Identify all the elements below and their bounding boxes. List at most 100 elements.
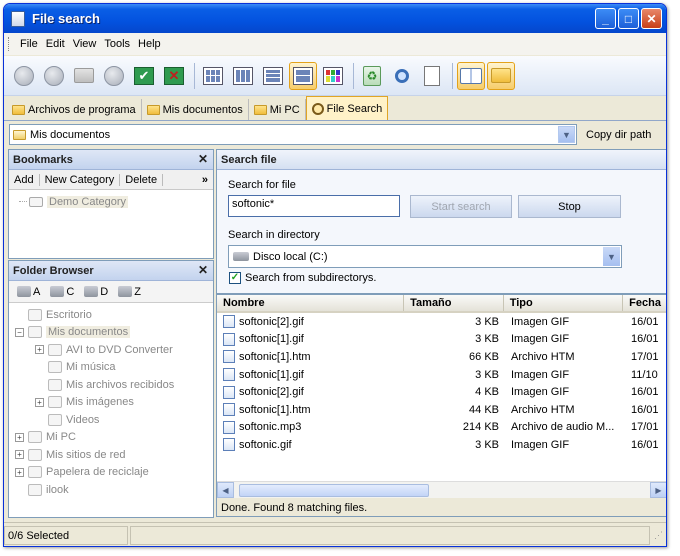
- search-button[interactable]: [388, 62, 416, 90]
- drive-z[interactable]: Z: [118, 286, 141, 298]
- folder-tree-item[interactable]: − Mis documentos: [15, 324, 213, 342]
- refresh-button[interactable]: [100, 62, 128, 90]
- column-tipo[interactable]: Tipo: [504, 295, 624, 311]
- drive-a[interactable]: A: [17, 286, 40, 298]
- table-row[interactable]: softonic.gif 3 KB Imagen GIF 16/01: [217, 436, 666, 454]
- copy-dir-path-button[interactable]: Copy dir path: [583, 129, 654, 141]
- folder-tree-item[interactable]: + Papelera de reciclaje: [15, 464, 213, 482]
- bookmarks-more-button[interactable]: »: [197, 174, 213, 186]
- list-view-button[interactable]: [259, 62, 287, 90]
- expand-icon[interactable]: +: [35, 345, 44, 355]
- folder-tree-item[interactable]: Mis archivos recibidos: [15, 376, 213, 394]
- drive-c[interactable]: C: [50, 286, 74, 298]
- chevron-down-icon[interactable]: ▼: [558, 126, 575, 143]
- hard-drive-icon: [50, 286, 65, 297]
- table-row[interactable]: softonic[2].gif 3 KB Imagen GIF 16/01: [217, 313, 666, 331]
- maximize-button[interactable]: □: [618, 8, 639, 29]
- file-icon: [223, 420, 235, 434]
- expand-icon[interactable]: +: [15, 450, 24, 460]
- column-nombre[interactable]: Nombre: [217, 295, 405, 311]
- folder-tree-item[interactable]: Escritorio: [15, 306, 213, 324]
- folder-tree-item[interactable]: + Mi PC: [15, 429, 213, 447]
- large-icons-view-button[interactable]: [199, 62, 227, 90]
- column-fecha[interactable]: Fecha: [623, 295, 666, 311]
- start-search-button[interactable]: Start search: [410, 195, 512, 218]
- bookmark-category[interactable]: Demo Category: [19, 193, 213, 211]
- collapse-icon[interactable]: −: [15, 327, 24, 337]
- expand-icon[interactable]: +: [15, 432, 24, 442]
- subdirectory-checkbox[interactable]: ✓ Search from subdirectorys.: [229, 272, 376, 284]
- chevron-down-icon[interactable]: ▼: [603, 247, 620, 266]
- close-button[interactable]: ✕: [641, 8, 662, 29]
- close-icon[interactable]: ✕: [198, 263, 208, 277]
- minimize-button[interactable]: _: [595, 8, 616, 29]
- file-name-cell: softonic.mp3: [217, 420, 405, 434]
- table-row[interactable]: softonic[1].gif 3 KB Imagen GIF 11/10: [217, 366, 666, 384]
- folder-icon: [28, 483, 42, 496]
- bookmark-new-category-button[interactable]: New Category: [40, 173, 121, 186]
- bookmarks-toggle-button[interactable]: [457, 61, 485, 90]
- file-icon: [223, 315, 235, 329]
- table-row[interactable]: softonic[1].htm 66 KB Archivo HTM 17/01: [217, 348, 666, 366]
- stop-button[interactable]: Stop: [518, 195, 621, 218]
- table-row[interactable]: softonic[2].gif 4 KB Imagen GIF 16/01: [217, 383, 666, 401]
- menu-tools[interactable]: Tools: [100, 38, 134, 50]
- expand-icon[interactable]: +: [35, 397, 44, 407]
- file-type-cell: Imagen GIF: [511, 438, 570, 451]
- folders-toggle-button[interactable]: [487, 61, 515, 90]
- horizontal-scrollbar[interactable]: ◀ ▶: [217, 481, 666, 498]
- cancel-button[interactable]: ✕: [160, 62, 188, 90]
- bookmark-add-button[interactable]: Add: [9, 173, 40, 186]
- back-button[interactable]: [10, 62, 38, 90]
- expand-icon[interactable]: +: [15, 467, 24, 477]
- up-folder-button[interactable]: [70, 62, 98, 90]
- scroll-left-icon[interactable]: ◀: [217, 482, 234, 498]
- drive-d[interactable]: D: [84, 286, 108, 298]
- folder-tree-item[interactable]: + Mis imágenes: [15, 394, 213, 412]
- folder-icon: [28, 466, 42, 479]
- file-type-cell: Imagen GIF: [511, 333, 570, 346]
- properties-button[interactable]: [418, 62, 446, 90]
- resize-grip-icon[interactable]: ⋰: [654, 530, 663, 541]
- table-row[interactable]: softonic[1].gif 3 KB Imagen GIF 16/01: [217, 331, 666, 349]
- tab-mi-pc[interactable]: Mi PC: [249, 99, 306, 120]
- table-row[interactable]: softonic[1].htm 44 KB Archivo HTM 16/01: [217, 401, 666, 419]
- file-name-cell: softonic[2].gif: [217, 385, 405, 399]
- recycle-button[interactable]: ♻: [358, 62, 386, 90]
- scroll-thumb[interactable]: [239, 483, 429, 497]
- folder-tree-item[interactable]: Mi música: [15, 359, 213, 377]
- search-input[interactable]: softonic*: [228, 195, 400, 217]
- tab-file-search[interactable]: File Search: [305, 96, 389, 120]
- folder-tree-item[interactable]: + Mis sitios de red: [15, 446, 213, 464]
- menu-file[interactable]: File: [16, 38, 42, 50]
- menu-view[interactable]: View: [69, 38, 101, 50]
- open-book-icon: [29, 196, 43, 207]
- directory-select[interactable]: Disco local (C:) ▼: [228, 245, 622, 268]
- thumbnails-view-button[interactable]: [319, 62, 347, 90]
- status-panel: [130, 526, 650, 545]
- forward-button[interactable]: [40, 62, 68, 90]
- tab-archivos-de-programa[interactable]: Archivos de programa: [7, 99, 142, 120]
- folder-tree-item[interactable]: Videos: [15, 411, 213, 429]
- table-row[interactable]: softonic.mp3 214 KB Archivo de audio M... 1…: [217, 419, 666, 437]
- small-icons-view-button[interactable]: [229, 62, 257, 90]
- file-date-cell: 11/10: [631, 368, 658, 381]
- column-tamano[interactable]: Tamaño: [404, 295, 504, 311]
- menu-grip[interactable]: [8, 37, 11, 51]
- scroll-right-icon[interactable]: ▶: [650, 482, 666, 498]
- folder-tree-item[interactable]: ilook: [15, 481, 213, 499]
- file-name-cell: softonic[1].gif: [217, 332, 405, 346]
- path-combo[interactable]: Mis documentos ▼: [9, 124, 577, 145]
- check-button[interactable]: ✔: [130, 62, 158, 90]
- status-bar: 0/6 Selected ⋰: [4, 522, 666, 546]
- menu-edit[interactable]: Edit: [42, 38, 69, 50]
- menu-help[interactable]: Help: [134, 38, 165, 50]
- folder-tree-item[interactable]: + AVI to DVD Converter: [15, 341, 213, 359]
- details-view-button[interactable]: [289, 61, 317, 90]
- tab-mis-documentos[interactable]: Mis documentos: [142, 99, 249, 120]
- folder-tree-label: Mis imágenes: [66, 396, 134, 409]
- menu-bar: File Edit View Tools Help: [4, 33, 666, 55]
- bookmark-delete-button[interactable]: Delete: [120, 173, 164, 186]
- close-icon[interactable]: ✕: [198, 152, 208, 166]
- title-bar[interactable]: File search _ □ ✕: [4, 4, 666, 33]
